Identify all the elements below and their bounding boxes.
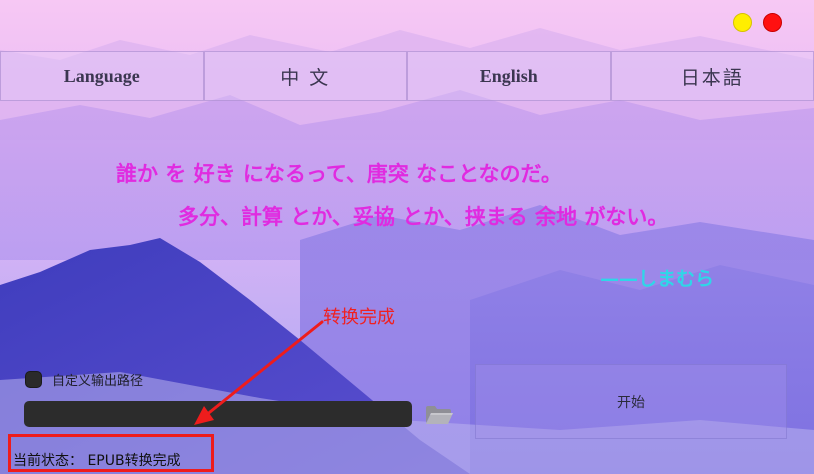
annotation-label: 转换完成 [323, 307, 395, 328]
folder-open-icon[interactable] [425, 404, 454, 426]
tab-japanese[interactable]: 日本語 [610, 51, 814, 101]
quote-line-1: 誰か を 好き になるって、唐突 なことなのだ。 [116, 162, 562, 186]
quote-line-2: 多分、計算 とか、妥協 とか、挟まる 余地 がない。 [178, 205, 669, 229]
output-path-input[interactable] [24, 401, 412, 427]
quote-signature: ——しまむら [600, 268, 715, 290]
language-bar: Language 中 文 English 日本語 [0, 51, 814, 101]
close-button[interactable] [763, 13, 782, 32]
status-text: 当前状态： EPUB转换完成 [13, 453, 181, 469]
tab-english[interactable]: English [407, 51, 611, 101]
tab-language[interactable]: Language [0, 51, 204, 101]
start-button[interactable]: 开始 [475, 364, 787, 439]
minimize-button[interactable] [733, 13, 752, 32]
custom-output-path-label: 自定义输出路径 [52, 374, 144, 389]
custom-output-path-option: 自定义输出路径 [25, 370, 143, 389]
custom-output-path-checkbox[interactable] [25, 371, 42, 388]
tab-chinese[interactable]: 中 文 [203, 51, 407, 101]
